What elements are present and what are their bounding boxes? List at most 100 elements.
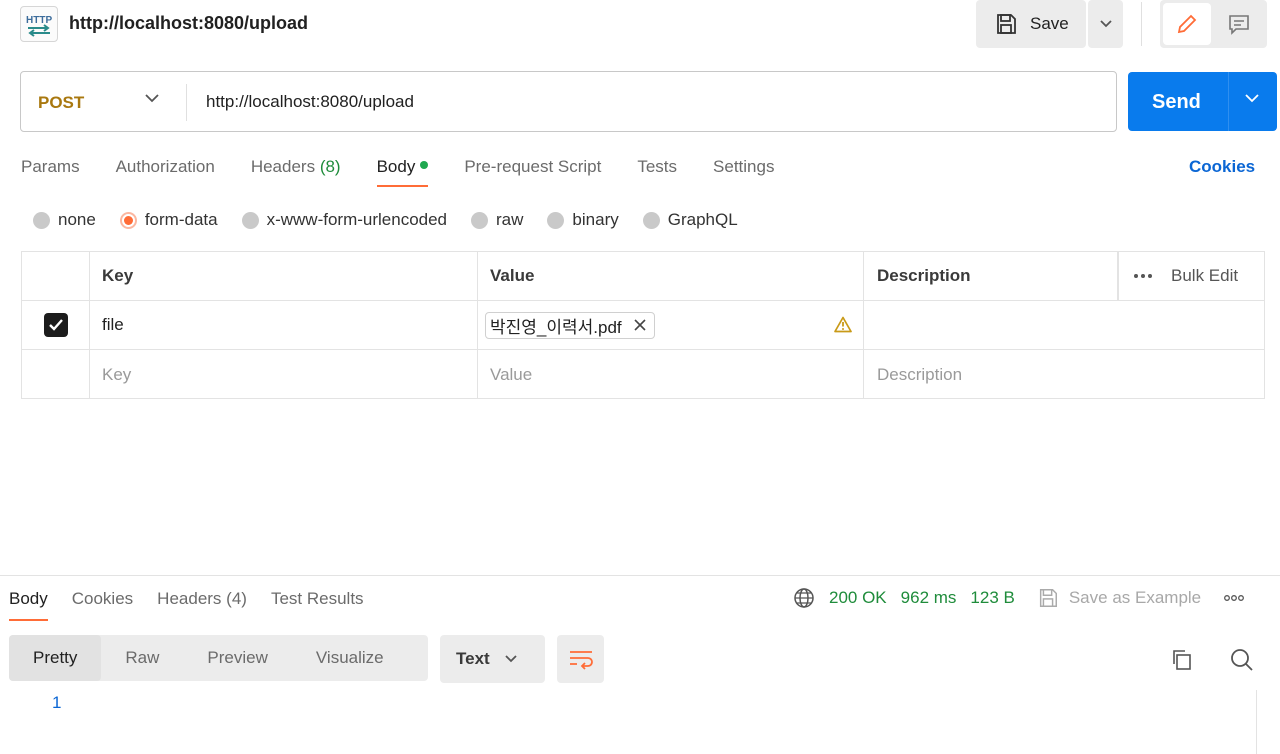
status-code[interactable]: 200 OK bbox=[829, 588, 887, 608]
radio-graphql[interactable]: GraphQL bbox=[642, 210, 738, 230]
new-key-input[interactable]: Key bbox=[90, 350, 478, 399]
column-header-value: Value bbox=[478, 252, 864, 300]
tab-label: Body bbox=[9, 589, 48, 608]
radio-circle[interactable] bbox=[33, 211, 50, 229]
response-tab-test-results[interactable]: Test Results bbox=[271, 589, 364, 621]
new-description-input[interactable]: Description bbox=[864, 350, 1264, 399]
http-icon: HTTP bbox=[20, 6, 58, 42]
radio-label: x-www-form-urlencoded bbox=[266, 210, 448, 229]
more-options-icon[interactable] bbox=[1223, 594, 1245, 602]
format-select[interactable]: Text bbox=[440, 635, 545, 683]
request-tab-title[interactable]: http://localhost:8080/upload bbox=[69, 13, 308, 34]
tab-settings[interactable]: Settings bbox=[713, 157, 774, 187]
wrap-lines-button[interactable] bbox=[557, 635, 604, 683]
radio-circle[interactable] bbox=[547, 211, 565, 229]
radio-raw[interactable]: raw bbox=[471, 210, 523, 230]
tab-authorization[interactable]: Authorization bbox=[116, 157, 215, 187]
radio-circle[interactable] bbox=[471, 211, 489, 229]
tab-label: Tests bbox=[637, 157, 678, 176]
response-meta: 200 OK 962 ms 123 B Save as Example bbox=[793, 587, 1245, 609]
table-row-new: Key Value Description bbox=[22, 350, 1264, 399]
view-visualize[interactable]: Visualize bbox=[292, 635, 408, 681]
radio-circle[interactable] bbox=[241, 211, 259, 229]
tab-headers[interactable]: Headers (8) bbox=[251, 157, 341, 187]
table-header-row: Key Value Description Bulk Edit bbox=[22, 252, 1264, 301]
new-row-checkbox-cell bbox=[22, 350, 90, 399]
response-size[interactable]: 123 B bbox=[970, 588, 1014, 608]
checkmark-icon bbox=[48, 319, 63, 331]
tab-label: Cookies bbox=[71, 589, 134, 608]
radio-label: raw bbox=[496, 210, 524, 229]
bulk-edit-cell: Bulk Edit bbox=[1118, 252, 1264, 300]
column-header-key: Key bbox=[90, 252, 478, 300]
save-options-dropdown[interactable] bbox=[1088, 0, 1123, 48]
cookies-link[interactable]: Cookies bbox=[1189, 157, 1255, 177]
response-tab-headers[interactable]: Headers (4) bbox=[157, 589, 247, 621]
file-name: 박진영_이력서.pdf bbox=[490, 317, 622, 337]
floppy-disk-icon bbox=[1039, 589, 1057, 607]
chevron-down-icon[interactable] bbox=[1244, 92, 1260, 104]
tab-label: Authorization bbox=[115, 157, 215, 176]
send-button-label: Send bbox=[1152, 91, 1201, 113]
url-input[interactable]: http://localhost:8080/upload bbox=[206, 92, 414, 112]
row-checkbox-cell bbox=[22, 301, 90, 349]
comment-icon bbox=[1229, 15, 1249, 35]
edit-mode-button[interactable] bbox=[1163, 3, 1211, 45]
selected-file-chip: 박진영_이력서.pdf bbox=[485, 311, 655, 339]
floppy-disk-icon bbox=[997, 14, 1016, 34]
bulk-edit-link[interactable]: Bulk Edit bbox=[1171, 266, 1238, 286]
search-icon[interactable] bbox=[1229, 647, 1255, 673]
close-icon[interactable] bbox=[634, 319, 646, 331]
view-pretty[interactable]: Pretty bbox=[9, 635, 102, 681]
url-bar: POST http://localhost:8080/upload bbox=[20, 71, 1117, 132]
save-button[interactable]: Save bbox=[976, 0, 1086, 48]
view-preview[interactable]: Preview bbox=[183, 635, 291, 681]
tab-label: Headers bbox=[250, 157, 316, 176]
radio-label: form-data bbox=[144, 210, 218, 229]
form-data-table: Key Value Description Bulk Edit file 박진영… bbox=[21, 251, 1265, 399]
globe-icon[interactable] bbox=[793, 587, 815, 609]
radio-circle[interactable] bbox=[642, 211, 660, 229]
tab-tests[interactable]: Tests bbox=[637, 157, 677, 187]
scrollbar[interactable] bbox=[1256, 690, 1280, 754]
headers-count: (4) bbox=[226, 589, 247, 608]
new-value-input[interactable]: Value bbox=[478, 350, 864, 399]
chevron-down-icon[interactable] bbox=[144, 92, 160, 104]
radio-x-www-form-urlencoded[interactable]: x-www-form-urlencoded bbox=[241, 210, 448, 230]
row-enabled-checkbox[interactable] bbox=[43, 313, 68, 337]
value-cell[interactable]: 박진영_이력서.pdf bbox=[478, 301, 864, 349]
send-button[interactable]: Send bbox=[1128, 72, 1277, 131]
pencil-icon bbox=[1177, 14, 1197, 34]
tab-params[interactable]: Params bbox=[21, 157, 80, 187]
method-select[interactable]: POST bbox=[38, 93, 84, 113]
tab-header: HTTP http://localhost:8080/upload Save bbox=[0, 0, 1280, 50]
description-cell[interactable] bbox=[864, 301, 1264, 349]
header-checkbox-cell bbox=[22, 252, 90, 300]
chevron-down-icon bbox=[505, 655, 517, 663]
tab-pre-request-script[interactable]: Pre-request Script bbox=[464, 157, 601, 187]
response-time[interactable]: 962 ms bbox=[901, 588, 957, 608]
save-as-example-button[interactable]: Save as Example bbox=[1069, 588, 1201, 608]
tab-label: Test Results bbox=[270, 589, 364, 608]
more-options-icon[interactable] bbox=[1133, 273, 1153, 279]
copy-icon[interactable] bbox=[1170, 648, 1194, 672]
comments-button[interactable] bbox=[1215, 3, 1263, 45]
send-separator bbox=[1228, 72, 1229, 131]
view-raw[interactable]: Raw bbox=[101, 635, 183, 681]
response-tab-body[interactable]: Body bbox=[9, 589, 48, 621]
warning-icon[interactable] bbox=[834, 316, 852, 333]
radio-binary[interactable]: binary bbox=[547, 210, 619, 230]
key-cell[interactable]: file bbox=[90, 301, 478, 349]
tab-label: Body bbox=[376, 157, 416, 176]
toolbar-divider bbox=[1141, 2, 1142, 46]
save-button-label: Save bbox=[1030, 14, 1069, 33]
tab-label: Settings bbox=[713, 157, 775, 176]
radio-none[interactable]: none bbox=[33, 210, 96, 230]
response-tab-cookies[interactable]: Cookies bbox=[72, 589, 133, 621]
radio-form-data[interactable]: form-data bbox=[119, 210, 218, 230]
tab-body[interactable]: Body bbox=[376, 157, 429, 187]
view-mode-group: Pretty Raw Preview Visualize bbox=[9, 635, 428, 681]
headers-count: (8) bbox=[319, 157, 341, 176]
radio-circle[interactable] bbox=[119, 211, 137, 229]
response-divider[interactable] bbox=[0, 575, 1280, 576]
